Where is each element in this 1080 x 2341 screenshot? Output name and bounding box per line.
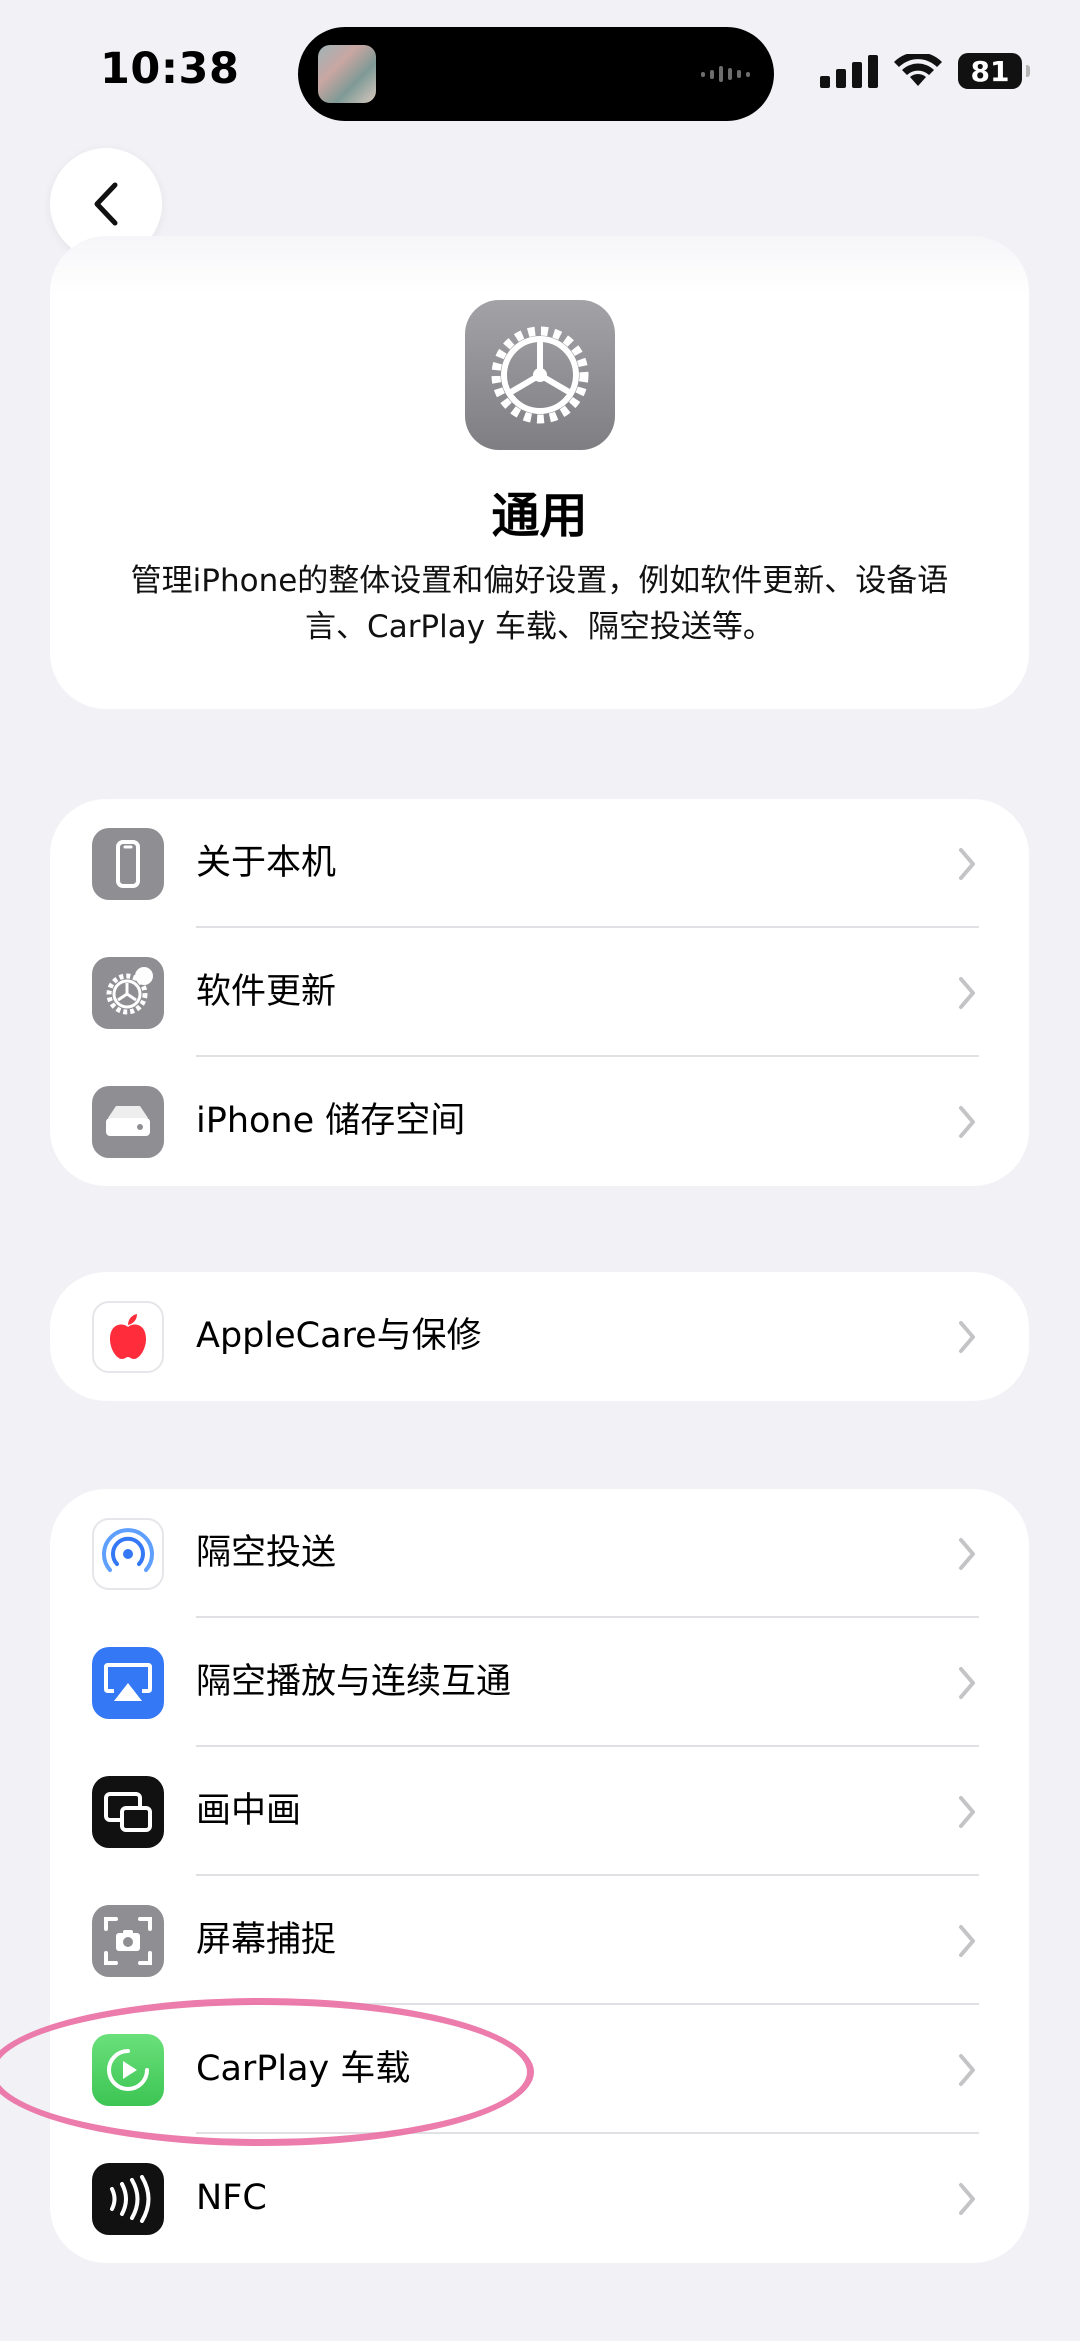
chevron-right-icon <box>959 2183 975 2215</box>
battery-indicator: 81 <box>958 53 1030 89</box>
chevron-right-icon <box>959 1796 975 1828</box>
general-header-card: 通用 管理iPhone的整体设置和偏好设置，例如软件更新、设备语言、CarPla… <box>50 236 1029 709</box>
row-about[interactable]: 关于本机 <box>50 799 1029 928</box>
row-nfc[interactable]: NFC <box>50 2134 1029 2263</box>
row-label: 隔空播放与连续互通 <box>196 1662 512 1702</box>
wifi-icon <box>894 54 942 86</box>
row-label: NFC <box>196 2178 267 2218</box>
gear-icon <box>465 300 615 450</box>
settings-group-device: 关于本机 软件更新 iPhone 储存空间 <box>50 799 1029 1186</box>
page-description: 管理iPhone的整体设置和偏好设置，例如软件更新、设备语言、CarPlay 车… <box>130 563 949 645</box>
row-software-update[interactable]: 软件更新 <box>50 928 1029 1057</box>
row-iphone-storage[interactable]: iPhone 储存空间 <box>50 1057 1029 1186</box>
chevron-right-icon <box>959 1321 975 1353</box>
picture-in-picture-icon <box>92 1776 164 1848</box>
chevron-right-icon <box>959 2054 975 2086</box>
row-label: 屏幕捕捉 <box>196 1920 337 1960</box>
row-airdrop[interactable]: 隔空投送 <box>50 1489 1029 1618</box>
row-label: AppleCare与保修 <box>196 1316 482 1356</box>
row-label: 隔空投送 <box>196 1533 337 1573</box>
chevron-right-icon <box>959 1925 975 1957</box>
page-title: 通用 <box>491 488 588 544</box>
chevron-right-icon <box>959 977 975 1009</box>
airplay-icon <box>92 1647 164 1719</box>
phone-icon <box>92 828 164 900</box>
status-time: 10:38 <box>100 44 240 94</box>
row-airplay-continuity[interactable]: 隔空播放与连续互通 <box>50 1618 1029 1747</box>
row-picture-in-picture[interactable]: 画中画 <box>50 1747 1029 1876</box>
row-label: iPhone 储存空间 <box>196 1101 466 1141</box>
settings-group-connectivity: 隔空投送 隔空播放与连续互通 画中画 屏幕捕捉 CarPlay 车载 NFC <box>50 1489 1029 2263</box>
row-applecare[interactable]: AppleCare与保修 <box>50 1272 1029 1401</box>
apple-icon <box>92 1301 164 1373</box>
chevron-right-icon <box>959 848 975 880</box>
chevron-right-icon <box>959 1106 975 1138</box>
highlight-annotation-ellipse <box>0 1998 534 2146</box>
chevron-right-icon <box>959 1538 975 1570</box>
screen-capture-icon <box>92 1905 164 1977</box>
nfc-icon <box>92 2163 164 2235</box>
row-label: 关于本机 <box>196 843 337 883</box>
dynamic-island[interactable] <box>298 27 774 121</box>
row-screen-capture[interactable]: 屏幕捕捉 <box>50 1876 1029 2005</box>
now-playing-thumbnail <box>318 45 376 103</box>
row-label: 画中画 <box>196 1791 302 1831</box>
row-label: 软件更新 <box>196 972 337 1012</box>
settings-group-applecare: AppleCare与保修 <box>50 1272 1029 1401</box>
gear-badge-icon <box>92 957 164 1029</box>
airdrop-icon <box>92 1518 164 1590</box>
chevron-left-icon <box>94 182 118 226</box>
cellular-signal-icon <box>820 55 878 88</box>
storage-icon <box>92 1086 164 1158</box>
audio-wave-icon <box>701 65 750 83</box>
chevron-right-icon <box>959 1667 975 1699</box>
status-indicators: 81 <box>820 53 1030 89</box>
